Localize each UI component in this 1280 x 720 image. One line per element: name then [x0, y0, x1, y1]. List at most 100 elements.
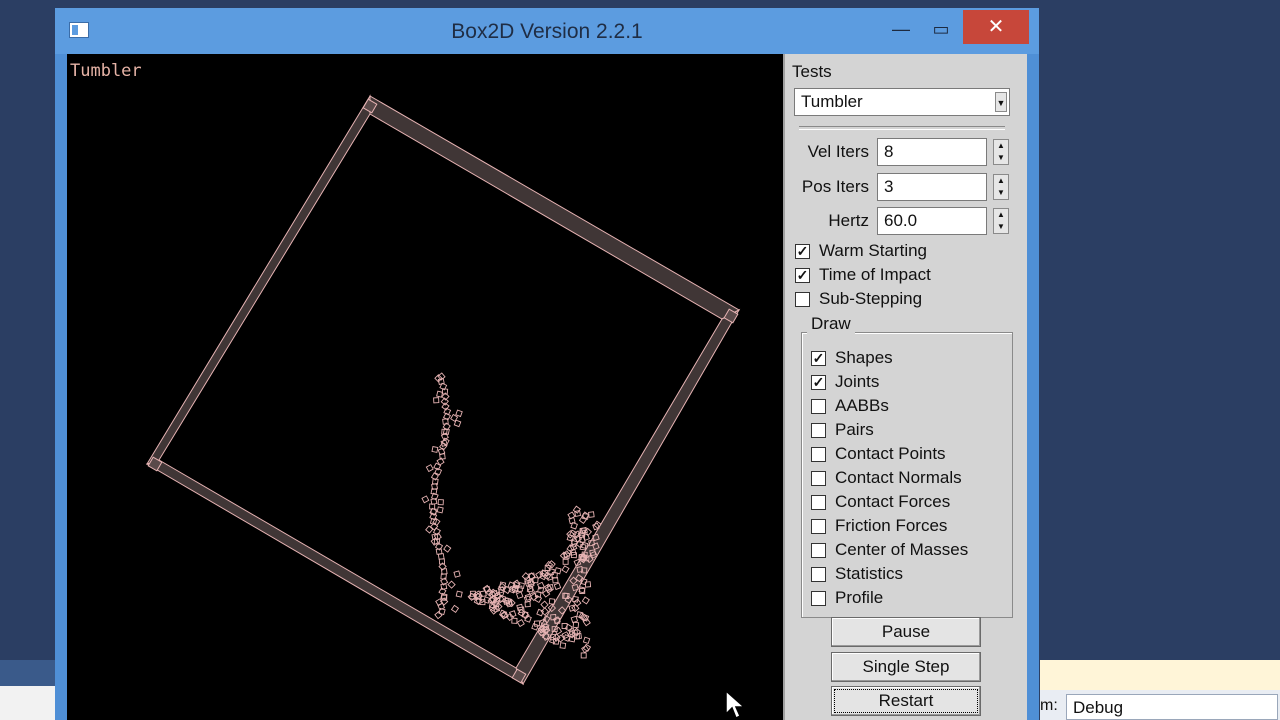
particle [570, 615, 579, 624]
dropdown-arrow-icon[interactable]: ▼ [995, 92, 1007, 112]
vel-iters-label: Vel Iters [807, 142, 869, 161]
checkbox-label: Warm Starting [819, 241, 928, 260]
draw-option-contact-points[interactable]: Contact Points [811, 444, 946, 464]
check-icon[interactable]: ✓ [795, 243, 810, 259]
checkbox-label: Sub-Stepping [819, 289, 923, 308]
particle [433, 397, 440, 404]
draw-group-label: Draw [807, 314, 855, 334]
checkbox-box[interactable] [811, 446, 826, 462]
draw-option-pairs[interactable]: Pairs [811, 420, 874, 440]
particle [542, 589, 551, 598]
pos-iters-spinner[interactable]: ▲ ▼ [993, 174, 1009, 200]
particle [436, 506, 444, 514]
checkbox-label: Contact Normals [835, 468, 962, 487]
vel-iters-input[interactable]: 8 [877, 138, 987, 166]
pause-button[interactable]: Pause [831, 617, 981, 647]
config-label: m: [1040, 697, 1058, 714]
simulation-canvas[interactable]: Tumbler [67, 54, 783, 720]
check-icon[interactable]: ✓ [811, 374, 826, 390]
particle [559, 642, 567, 649]
draw-option-center-of-masses[interactable]: Center of Masses [811, 540, 968, 560]
checkbox-label: Center of Masses [835, 540, 969, 559]
checkbox-label: Time of Impact [819, 265, 931, 284]
particle [450, 604, 460, 614]
tests-selected-value: Tumbler [801, 92, 863, 111]
checkbox-label: Profile [835, 588, 884, 607]
pos-iters-input[interactable]: 3 [877, 173, 987, 201]
draw-option-joints[interactable]: ✓ Joints [811, 372, 879, 392]
draw-option-shapes[interactable]: ✓ Shapes [811, 348, 893, 368]
particle [455, 409, 463, 418]
checkbox-label: AABBs [835, 396, 889, 415]
checkbox-box[interactable] [811, 494, 826, 510]
particle [511, 617, 518, 624]
particle [509, 610, 517, 618]
draw-option-contact-forces[interactable]: Contact Forces [811, 492, 950, 512]
single-step-button[interactable]: Single Step [831, 652, 981, 682]
particle [425, 464, 434, 473]
checkbox-label: Joints [835, 372, 880, 391]
config-dropdown[interactable]: Debug [1066, 694, 1278, 720]
tumbler-wall-top [369, 95, 741, 320]
draw-option-statistics[interactable]: Statistics [811, 564, 903, 584]
particle [548, 598, 556, 605]
particle [434, 610, 443, 620]
draw-option-profile[interactable]: Profile [811, 588, 883, 608]
minimize-button[interactable]: — [881, 14, 921, 44]
draw-option-aabbs[interactable]: AABBs [811, 396, 889, 416]
particle [447, 580, 456, 589]
particle [562, 558, 569, 565]
checkbox-box[interactable] [811, 470, 826, 486]
hertz-input[interactable]: 60.0 [877, 207, 987, 235]
pos-iters-label: Pos Iters [801, 177, 869, 196]
warm-starting-checkbox[interactable]: ✓ Warm Starting [795, 241, 927, 261]
box2d-window: Box2D Version 2.2.1 — ▭ ✕ Tumbler Tests … [55, 8, 1039, 720]
sub-stepping-checkbox[interactable]: Sub-Stepping [795, 289, 922, 309]
check-icon[interactable]: ✓ [811, 350, 826, 366]
particle [554, 567, 562, 575]
checkbox-box[interactable] [811, 398, 826, 414]
particle [483, 585, 491, 593]
particle [561, 565, 570, 574]
particle [582, 636, 591, 645]
particle [531, 623, 539, 631]
particle [421, 495, 430, 504]
checkbox-label: Shapes [835, 348, 893, 367]
restart-button[interactable]: Restart [831, 686, 981, 716]
maximize-button[interactable]: ▭ [921, 14, 961, 44]
checkbox-box[interactable] [811, 422, 826, 438]
checkbox-box[interactable] [811, 518, 826, 534]
draw-option-friction-forces[interactable]: Friction Forces [811, 516, 947, 536]
check-icon[interactable]: ✓ [795, 267, 810, 283]
tests-dropdown[interactable]: Tumbler ▼ [794, 88, 1010, 116]
particle [570, 522, 578, 530]
hertz-spinner[interactable]: ▲ ▼ [993, 208, 1009, 234]
particle [437, 499, 444, 506]
checkbox-box[interactable] [811, 590, 826, 606]
particle [431, 446, 439, 453]
checkbox-box[interactable] [795, 291, 810, 307]
draw-option-contact-normals[interactable]: Contact Normals [811, 468, 962, 488]
close-button[interactable]: ✕ [963, 10, 1029, 44]
control-panel: Tests Tumbler ▼ Vel Iters 8 ▲ ▼ Pos Iters… [783, 54, 1027, 720]
particle [524, 593, 533, 601]
ide-background-strip [0, 660, 56, 686]
window-client: Tumbler Tests Tumbler ▼ Vel Iters 8 ▲ ▼ P… [67, 54, 1027, 720]
title-bar[interactable]: Box2D Version 2.2.1 — ▭ ✕ [55, 8, 1039, 54]
separator [799, 126, 1005, 130]
particle [540, 600, 549, 609]
vel-iters-spinner[interactable]: ▲ ▼ [993, 139, 1009, 165]
tumbler-wall-bottom [145, 459, 525, 686]
checkbox-box[interactable] [811, 542, 826, 558]
checkbox-label: Contact Points [835, 444, 946, 463]
particle [438, 607, 446, 616]
time-of-impact-checkbox[interactable]: ✓ Time of Impact [795, 265, 931, 285]
checkbox-box[interactable] [811, 566, 826, 582]
particle [455, 590, 463, 598]
particle [544, 585, 553, 594]
hertz-label: Hertz [828, 211, 869, 230]
checkbox-label: Pairs [835, 420, 874, 439]
particle [580, 652, 587, 659]
ide-background-panel [0, 686, 56, 720]
particle [572, 621, 580, 629]
